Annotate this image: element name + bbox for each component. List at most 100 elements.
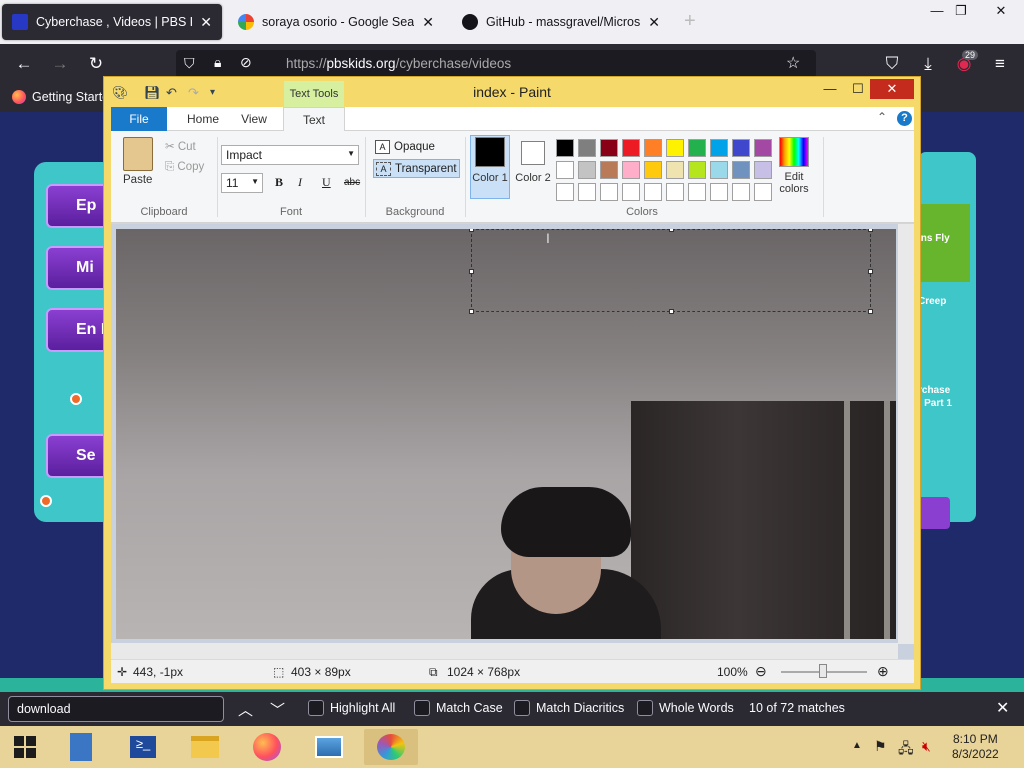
- flag-icon[interactable]: ⚑: [874, 738, 887, 755]
- font-family-select[interactable]: Impact ▼: [221, 145, 359, 165]
- camera-blocked-icon[interactable]: ⊘: [240, 54, 252, 71]
- resize-handle[interactable]: [469, 269, 474, 274]
- highlight-all-checkbox[interactable]: Highlight All: [308, 700, 395, 716]
- palette-swatch[interactable]: [622, 161, 640, 179]
- paste-button[interactable]: Paste: [123, 174, 152, 186]
- zoom-slider-thumb[interactable]: [819, 664, 827, 678]
- palette-swatch[interactable]: [688, 139, 706, 157]
- palette-swatch[interactable]: [578, 139, 596, 157]
- palette-swatch[interactable]: [710, 161, 728, 179]
- palette-swatch[interactable]: [666, 139, 684, 157]
- resize-handle[interactable]: [868, 309, 873, 314]
- palette-swatch[interactable]: [754, 161, 772, 179]
- zoom-in-icon[interactable]: ⊕: [877, 663, 889, 680]
- palette-swatch[interactable]: [622, 139, 640, 157]
- palette-swatch[interactable]: [666, 161, 684, 179]
- resize-handle[interactable]: [868, 269, 873, 274]
- palette-swatch[interactable]: [754, 183, 772, 201]
- palette-swatch[interactable]: [732, 139, 750, 157]
- whole-words-checkbox[interactable]: Whole Words: [637, 700, 734, 716]
- vertical-scrollbar[interactable]: [898, 224, 914, 644]
- page-scroll-button[interactable]: [918, 497, 950, 529]
- bookmark-star-icon[interactable]: ☆: [786, 53, 800, 73]
- taskbar-server-manager[interactable]: [54, 729, 108, 765]
- palette-swatch[interactable]: [688, 183, 706, 201]
- resize-handle[interactable]: [469, 229, 474, 232]
- video-card-title[interactable]: Creep ): [918, 295, 970, 321]
- palette-swatch[interactable]: [600, 161, 618, 179]
- resize-handle[interactable]: [469, 309, 474, 314]
- show-hidden-icons-icon[interactable]: ▲: [852, 740, 862, 751]
- menu-icon[interactable]: ≡: [988, 52, 1012, 76]
- palette-swatch[interactable]: [644, 139, 662, 157]
- palette-swatch[interactable]: [732, 183, 750, 201]
- paint-maximize-icon[interactable]: ☐: [844, 79, 872, 99]
- tab-file[interactable]: File: [111, 107, 167, 131]
- close-find-bar-icon[interactable]: ✕: [996, 698, 1009, 718]
- match-diacritics-checkbox[interactable]: Match Diacritics: [514, 700, 624, 716]
- opaque-button[interactable]: A Opaque: [373, 137, 437, 156]
- restore-icon[interactable]: ❐: [944, 0, 978, 22]
- close-tab-icon[interactable]: ✕: [640, 14, 660, 31]
- taskbar-photos[interactable]: [302, 729, 356, 765]
- close-window-icon[interactable]: ✕: [984, 0, 1018, 22]
- back-icon[interactable]: ←: [12, 52, 36, 76]
- palette-swatch[interactable]: [644, 183, 662, 201]
- checkbox[interactable]: [637, 700, 653, 716]
- network-icon[interactable]: 🖧︎: [898, 738, 914, 762]
- cut-button[interactable]: ✂ Cut: [165, 139, 196, 153]
- edit-colors-icon[interactable]: [779, 137, 809, 167]
- collapse-ribbon-icon[interactable]: ⌃: [877, 110, 887, 124]
- resize-handle[interactable]: [669, 229, 674, 232]
- copy-button[interactable]: ⎘ Copy: [165, 161, 204, 174]
- tab-google-search[interactable]: soraya osorio - Google Search ✕: [228, 4, 444, 40]
- horizontal-scrollbar[interactable]: [111, 643, 898, 659]
- palette-swatch[interactable]: [556, 183, 574, 201]
- palette-swatch[interactable]: [710, 139, 728, 157]
- find-previous-icon[interactable]: ︿: [238, 699, 253, 720]
- find-next-icon[interactable]: ﹀: [270, 699, 285, 720]
- zoom-out-icon[interactable]: ⊖: [755, 663, 767, 680]
- pocket-icon[interactable]: ⛉: [880, 52, 904, 76]
- video-card-title[interactable]: ins Fly ): [918, 232, 970, 258]
- bookmark-getting-started[interactable]: Getting Started: [12, 90, 116, 104]
- taskbar-firefox[interactable]: [240, 729, 294, 765]
- find-input[interactable]: download: [8, 696, 224, 722]
- checkbox[interactable]: [308, 700, 324, 716]
- checkbox[interactable]: [514, 700, 530, 716]
- strikethrough-button[interactable]: abc: [344, 177, 360, 188]
- taskbar-paint[interactable]: [364, 729, 418, 765]
- url-bar[interactable]: ⛉ 🔒︎ ⊘ https://pbskids.org/cyberchase/vi…: [176, 50, 816, 78]
- match-case-checkbox[interactable]: Match Case: [414, 700, 503, 716]
- taskbar-powershell[interactable]: ≥_: [116, 729, 170, 765]
- transparent-button[interactable]: A Transparent: [373, 159, 460, 178]
- shield-icon[interactable]: ⛉: [184, 55, 195, 72]
- edit-colors-button[interactable]: Edit colors: [771, 171, 817, 195]
- checkbox[interactable]: [414, 700, 430, 716]
- palette-swatch[interactable]: [556, 139, 574, 157]
- clock[interactable]: 8:10 PM 8/3/2022: [952, 732, 999, 762]
- palette-swatch[interactable]: [688, 161, 706, 179]
- palette-swatch[interactable]: [710, 183, 728, 201]
- palette-swatch[interactable]: [732, 161, 750, 179]
- palette-swatch[interactable]: [600, 139, 618, 157]
- text-selection-box[interactable]: I: [469, 229, 873, 314]
- paint-close-icon[interactable]: ✕: [870, 79, 914, 99]
- color2-swatch[interactable]: [521, 141, 545, 165]
- start-button[interactable]: [0, 729, 50, 765]
- resize-handle[interactable]: [669, 309, 674, 314]
- forward-icon[interactable]: →: [48, 52, 72, 76]
- help-icon[interactable]: ?: [897, 111, 912, 126]
- lock-icon[interactable]: 🔒︎: [214, 54, 221, 71]
- palette-swatch[interactable]: [578, 161, 596, 179]
- palette-swatch[interactable]: [556, 161, 574, 179]
- tab-github[interactable]: GitHub - massgravel/Microsoft- ✕: [452, 4, 670, 40]
- underline-button[interactable]: U: [322, 175, 331, 190]
- font-size-select[interactable]: 11 ▼: [221, 173, 263, 193]
- paint-minimize-icon[interactable]: —: [816, 79, 844, 99]
- palette-swatch[interactable]: [600, 183, 618, 201]
- reload-icon[interactable]: ↻: [84, 52, 108, 76]
- close-tab-icon[interactable]: ✕: [414, 14, 434, 31]
- italic-button[interactable]: I: [298, 175, 302, 190]
- palette-swatch[interactable]: [754, 139, 772, 157]
